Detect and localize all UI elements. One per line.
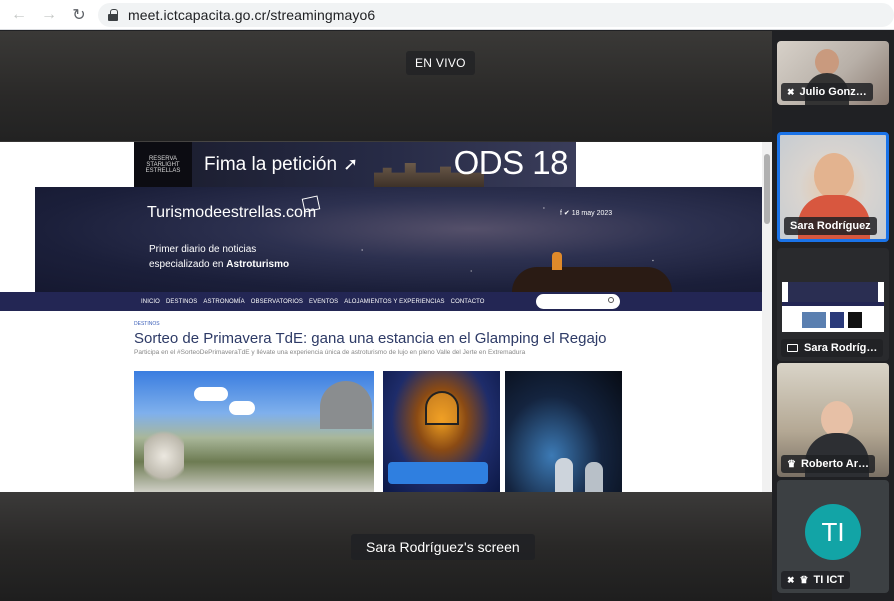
nav-alojamientos[interactable]: ALOJAMIENTOS Y EXPERIENCIAS (344, 299, 444, 305)
site-tagline-2-prefix: especializado en (149, 259, 227, 270)
person-silhouette (552, 252, 562, 270)
participant-tile[interactable]: TI ✖ ♛ TI ICT (777, 480, 889, 593)
participant-name-tag: Sara Rodríg… (781, 339, 884, 357)
article-photo-glamping[interactable] (134, 371, 374, 492)
blossom-tree (144, 426, 184, 486)
ad-petition-text: Fima la petición (204, 153, 338, 175)
thumbnail-photo (830, 312, 844, 328)
shared-screen: RESERVA STARLIGHT ESTRELLAS Fima la peti… (0, 142, 772, 492)
nav-contacto[interactable]: CONTACTO (451, 299, 485, 305)
article-title[interactable]: Sorteo de Primavera TdE: gana una estanc… (134, 330, 607, 347)
cloud (229, 401, 255, 415)
present-screen-icon (787, 344, 798, 352)
page-scrollbar[interactable] (762, 142, 772, 492)
participant-head (821, 401, 853, 437)
blurred-background-top (0, 31, 772, 141)
back-arrow-icon[interactable]: ← (8, 4, 30, 26)
ad-ods-text: ODS 18 (453, 144, 569, 181)
browser-toolbar: ← → ↻ meet.ictcapacita.go.cr/streamingma… (0, 0, 894, 30)
participant-tile-presenting[interactable]: Sara Rodríg… (777, 248, 889, 361)
reload-icon[interactable]: ↻ (68, 4, 90, 26)
host-crown-icon: ♛ (799, 574, 809, 586)
lock-icon[interactable] (108, 9, 118, 21)
mic-off-icon: ✖ (787, 574, 795, 585)
cursor-click-icon: ➚ (343, 154, 359, 174)
participant-tile[interactable]: ✖ Julio Gonz… (777, 41, 889, 105)
nav-astronomia[interactable]: ASTRONOMÍA (203, 299, 244, 305)
site-search-input[interactable] (536, 294, 620, 309)
site-hero: Turismodeestrellas.com f ✔ 18 may 2023 P… (35, 187, 762, 292)
url-text[interactable]: meet.ictcapacita.go.cr/streamingmayo6 (128, 7, 375, 23)
article-photo-dome-night[interactable] (383, 371, 500, 492)
site-title: Turismodeestrellas.com (147, 204, 317, 221)
address-bar[interactable]: meet.ictcapacita.go.cr/streamingmayo6 (98, 3, 894, 27)
article-category[interactable]: DESTINOS (134, 321, 160, 327)
participant-head (814, 153, 854, 199)
participants-panel: ✖ Julio Gonz… Sara Rodríguez Sara Rodríg… (772, 31, 894, 601)
site-tagline-2: especializado en Astroturismo (149, 259, 289, 270)
thumbnail-photo (848, 312, 862, 328)
participant-name: Julio Gonz… (799, 86, 867, 98)
site-tagline-2-bold: Astroturismo (226, 259, 290, 270)
ad-banner: RESERVA STARLIGHT ESTRELLAS Fima la peti… (134, 142, 576, 187)
avatar: TI (805, 504, 861, 560)
presenter-screen-label: Sara Rodríguez's screen (351, 534, 535, 560)
participant-name-tag: ♛ Roberto Ar… (781, 455, 876, 473)
site-nav: INICIO DESTINOS ASTRONOMÍA OBSERVATORIOS… (0, 292, 762, 311)
participant-name: Roberto Ar… (800, 458, 870, 470)
live-badge: EN VIVO (406, 51, 475, 75)
article-subtitle: Participa en el #SorteoDePrimaveraTdE y … (134, 349, 526, 356)
thumbnail-photo (802, 312, 826, 328)
nav-eventos[interactable]: EVENTOS (309, 299, 338, 305)
nav-destinos[interactable]: DESTINOS (166, 299, 197, 305)
participant-tile[interactable]: ♛ Roberto Ar… (777, 363, 889, 477)
participant-tile-active[interactable]: Sara Rodríguez (777, 132, 889, 242)
search-icon[interactable] (608, 297, 614, 303)
thumbnail-hero (788, 282, 878, 302)
mic-off-icon: ✖ (787, 86, 795, 97)
hot-tub (388, 462, 488, 484)
presentation-stage: EN VIVO RESERVA STARLIGHT ESTRELLAS Fima… (0, 31, 772, 601)
participant-head (815, 49, 839, 75)
forward-arrow-icon[interactable]: → (38, 4, 60, 26)
article-photo-guests[interactable] (505, 371, 622, 492)
reserve-logo: RESERVA STARLIGHT ESTRELLAS (134, 142, 192, 187)
participant-name-tag: Sara Rodríguez (784, 217, 877, 235)
presentation-thumbnail (782, 282, 884, 332)
dome-tent-lit (425, 391, 459, 425)
thumbnail-nav (782, 302, 884, 306)
nav-observatorios[interactable]: OBSERVATORIOS (251, 299, 303, 305)
rock-silhouette (512, 267, 672, 292)
cloud (194, 387, 228, 401)
participant-name: TI ICT (813, 574, 845, 586)
person (585, 462, 603, 492)
person (555, 458, 573, 492)
scrollbar-thumb[interactable] (764, 154, 770, 224)
host-crown-icon: ♛ (787, 458, 796, 470)
dome-tent (320, 381, 372, 429)
participant-name-tag: ✖ Julio Gonz… (781, 83, 873, 101)
nav-inicio[interactable]: INICIO (141, 299, 160, 305)
participant-name: Sara Rodríguez (790, 220, 871, 232)
participant-name-tag: ✖ ♛ TI ICT (781, 571, 851, 589)
site-tagline-1: Primer diario de noticias (149, 244, 257, 255)
site-date: f ✔ 18 may 2023 (560, 210, 613, 217)
participant-name: Sara Rodríg… (804, 342, 878, 354)
